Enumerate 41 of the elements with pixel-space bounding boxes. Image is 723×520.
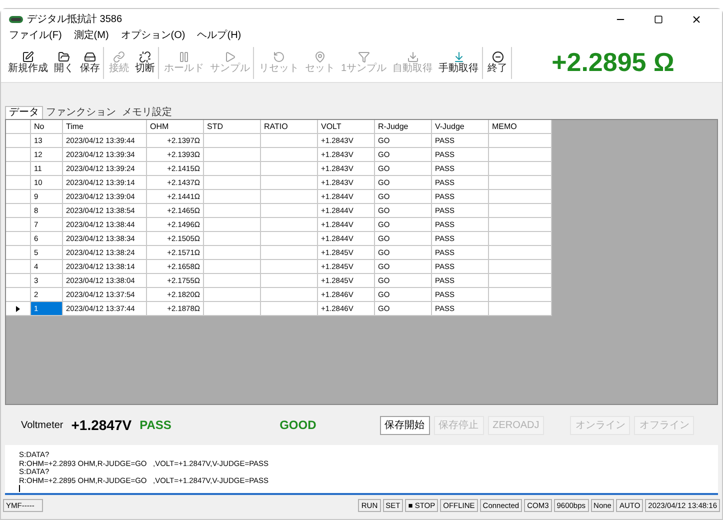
download-icon bbox=[406, 50, 419, 62]
app-icon bbox=[9, 16, 23, 22]
arrow-down-icon bbox=[452, 50, 465, 62]
resistance-reading: +2.2895 Ω bbox=[552, 46, 674, 79]
menu-item[interactable]: ヘルプ(H) bbox=[197, 31, 242, 41]
toolbar-button[interactable]: 手動取得 bbox=[436, 50, 482, 74]
row-pointer-icon bbox=[16, 306, 20, 312]
unlink-icon bbox=[139, 50, 151, 62]
table-cell bbox=[261, 302, 318, 316]
overall-result: GOOD bbox=[280, 417, 318, 434]
toolbar-button[interactable]: 切断 bbox=[132, 50, 158, 74]
window-title: デジタル抵抗計 3586 bbox=[27, 12, 122, 26]
text-cursor bbox=[19, 485, 20, 492]
toolbar-button[interactable]: 開く bbox=[51, 50, 77, 74]
filter-icon bbox=[358, 50, 370, 62]
minus-circle-icon bbox=[492, 50, 504, 62]
table-cell bbox=[489, 302, 552, 316]
toolbar-button[interactable]: 終了 bbox=[484, 50, 511, 74]
maximize-icon[interactable] bbox=[654, 14, 663, 24]
folder-icon bbox=[58, 50, 70, 62]
reset-icon bbox=[273, 50, 285, 62]
tab[interactable]: データ bbox=[5, 106, 43, 119]
action-button[interactable]: 保存開始 bbox=[380, 416, 430, 434]
close-icon[interactable] bbox=[691, 14, 702, 24]
voltage-judge: PASS bbox=[140, 417, 172, 434]
pin-icon bbox=[314, 50, 326, 62]
voltage-reading: +1.2847V bbox=[71, 416, 132, 434]
drive-icon bbox=[84, 50, 96, 62]
menu-item[interactable]: ファイル(F) bbox=[9, 31, 62, 41]
play-icon bbox=[224, 50, 236, 62]
link-icon bbox=[113, 50, 125, 62]
tab[interactable]: メモリ設定 bbox=[119, 107, 175, 119]
tab[interactable]: ファンクション bbox=[43, 107, 119, 119]
voltmeter-label: Voltmeter bbox=[21, 418, 64, 432]
toolbar-button[interactable]: 新規作成 bbox=[5, 50, 51, 74]
edit-icon bbox=[22, 50, 34, 62]
menu-item[interactable]: 測定(M) bbox=[74, 31, 109, 41]
menu-item[interactable]: オプション(O) bbox=[120, 31, 186, 41]
toolbar-button[interactable]: 保存 bbox=[77, 50, 103, 74]
pause-icon bbox=[178, 50, 190, 62]
table-cell bbox=[204, 302, 261, 316]
